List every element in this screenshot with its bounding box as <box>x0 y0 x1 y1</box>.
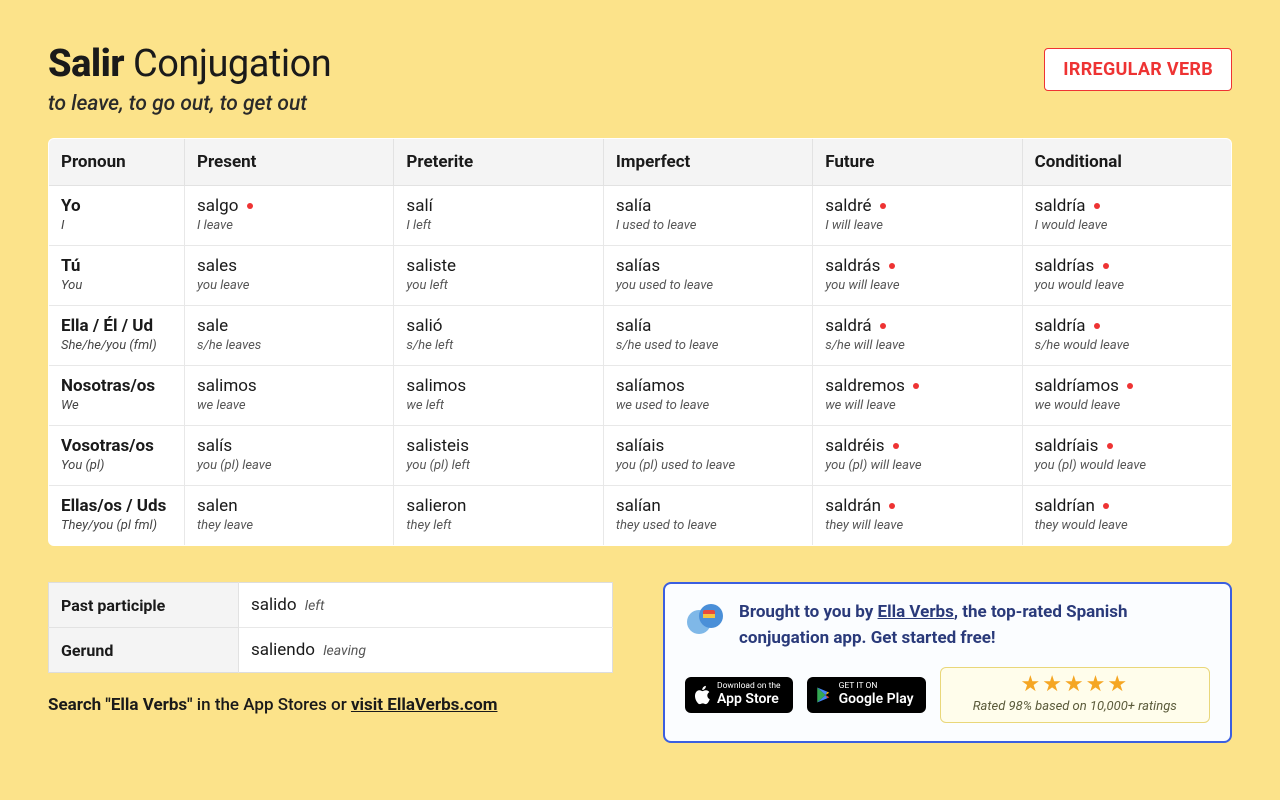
conjugation-cell: saldrían they would leave <box>1022 486 1231 546</box>
visit-link[interactable]: visit EllaVerbs.com <box>351 695 498 715</box>
page-title: Salir Conjugation <box>48 42 331 86</box>
conjugation-cell: saldría I would leave <box>1022 186 1231 246</box>
conjugation-cell: salías you used to leave <box>603 246 812 306</box>
conjugation-cell: sale s/he leaves <box>185 306 394 366</box>
pronoun-cell: Ella / Él / UdShe/he/you (fml) <box>49 306 185 366</box>
irregular-dot-icon <box>893 443 899 449</box>
title-suffix: Conjugation <box>133 42 331 86</box>
app-logo-icon <box>685 600 725 640</box>
participle-value: saliendo leaving <box>239 628 613 673</box>
irregular-dot-icon <box>1107 443 1113 449</box>
promo-box: Brought to you by Ella Verbs, the top-ra… <box>663 582 1232 743</box>
participle-label: Past participle <box>49 583 239 628</box>
google-play-badge[interactable]: GET IT ON Google Play <box>807 677 926 713</box>
column-header: Pronoun <box>49 139 185 186</box>
irregular-dot-icon <box>1127 383 1133 389</box>
participle-label: Gerund <box>49 628 239 673</box>
column-header: Imperfect <box>603 139 812 186</box>
conjugation-cell: salen they leave <box>185 486 394 546</box>
apple-icon <box>693 685 711 705</box>
conjugation-cell: salgo I leave <box>185 186 394 246</box>
conjugation-cell: saliste you left <box>394 246 603 306</box>
irregular-dot-icon <box>1103 263 1109 269</box>
rating-box: ★★★★★ Rated 98% based on 10,000+ ratings <box>940 667 1210 723</box>
table-row: Nosotras/osWesalimos we leavesalimos we … <box>49 366 1232 426</box>
conjugation-cell: salí I left <box>394 186 603 246</box>
irregular-dot-icon <box>247 203 253 209</box>
conjugation-cell: salíamos we used to leave <box>603 366 812 426</box>
app-store-badge[interactable]: Download on the App Store <box>685 677 793 713</box>
conjugation-cell: saldrá s/he will leave <box>813 306 1022 366</box>
irregular-dot-icon <box>913 383 919 389</box>
conjugation-cell: saldríamos we would leave <box>1022 366 1231 426</box>
participle-row: Gerundsaliendo leaving <box>49 628 613 673</box>
conjugation-cell: salía I used to leave <box>603 186 812 246</box>
conjugation-cell: salió s/he left <box>394 306 603 366</box>
pronoun-cell: Vosotras/osYou (pl) <box>49 426 185 486</box>
irregular-dot-icon <box>889 503 895 509</box>
conjugation-cell: salía s/he used to leave <box>603 306 812 366</box>
pronoun-cell: TúYou <box>49 246 185 306</box>
pronoun-cell: Nosotras/osWe <box>49 366 185 426</box>
participles-table: Past participlesalido leftGerundsaliendo… <box>48 582 613 673</box>
conjugation-cell: saldréis you (pl) will leave <box>813 426 1022 486</box>
conjugation-cell: saldremos we will leave <box>813 366 1022 426</box>
conjugation-cell: sales you leave <box>185 246 394 306</box>
star-icons: ★★★★★ <box>955 674 1195 696</box>
irregular-dot-icon <box>880 203 886 209</box>
table-row: YoIsalgo I leavesalí I leftsalía I used … <box>49 186 1232 246</box>
irregular-dot-icon <box>1094 203 1100 209</box>
column-header: Conditional <box>1022 139 1231 186</box>
conjugation-cell: salimos we left <box>394 366 603 426</box>
table-row: Ellas/os / UdsThey/you (pl fml)salen the… <box>49 486 1232 546</box>
conjugation-cell: salisteis you (pl) left <box>394 426 603 486</box>
conjugation-cell: salíais you (pl) used to leave <box>603 426 812 486</box>
search-hint: Search "Ella Verbs" in the App Stores or… <box>48 695 613 715</box>
column-header: Preterite <box>394 139 603 186</box>
irregular-dot-icon <box>889 263 895 269</box>
irregular-verb-badge: IRREGULAR VERB <box>1044 48 1232 91</box>
play-icon <box>815 686 833 704</box>
conjugation-cell: salimos we leave <box>185 366 394 426</box>
participle-value: salido left <box>239 583 613 628</box>
irregular-dot-icon <box>880 323 886 329</box>
conjugation-cell: saldrás you will leave <box>813 246 1022 306</box>
conjugation-table: PronounPresentPreteriteImperfectFutureCo… <box>48 138 1232 546</box>
conjugation-cell: saldrías you would leave <box>1022 246 1231 306</box>
promo-text: Brought to you by Ella Verbs, the top-ra… <box>739 600 1210 651</box>
column-header: Future <box>813 139 1022 186</box>
table-row: Ella / Él / UdShe/he/you (fml)sale s/he … <box>49 306 1232 366</box>
verb-name: Salir <box>48 42 124 86</box>
rating-text: Rated 98% based on 10,000+ ratings <box>955 699 1195 714</box>
conjugation-cell: salís you (pl) leave <box>185 426 394 486</box>
brand-link[interactable]: Ella Verbs <box>878 602 954 622</box>
table-row: TúYousales you leavesaliste you leftsalí… <box>49 246 1232 306</box>
conjugation-cell: saldríais you (pl) would leave <box>1022 426 1231 486</box>
irregular-dot-icon <box>1094 323 1100 329</box>
irregular-dot-icon <box>1103 503 1109 509</box>
conjugation-cell: saldrán they will leave <box>813 486 1022 546</box>
pronoun-cell: Ellas/os / UdsThey/you (pl fml) <box>49 486 185 546</box>
conjugation-cell: saldría s/he would leave <box>1022 306 1231 366</box>
participle-row: Past participlesalido left <box>49 583 613 628</box>
table-row: Vosotras/osYou (pl)salís you (pl) leaves… <box>49 426 1232 486</box>
conjugation-cell: salieron they left <box>394 486 603 546</box>
column-header: Present <box>185 139 394 186</box>
verb-meaning: to leave, to go out, to get out <box>48 92 331 116</box>
pronoun-cell: YoI <box>49 186 185 246</box>
conjugation-cell: saldré I will leave <box>813 186 1022 246</box>
conjugation-cell: salían they used to leave <box>603 486 812 546</box>
